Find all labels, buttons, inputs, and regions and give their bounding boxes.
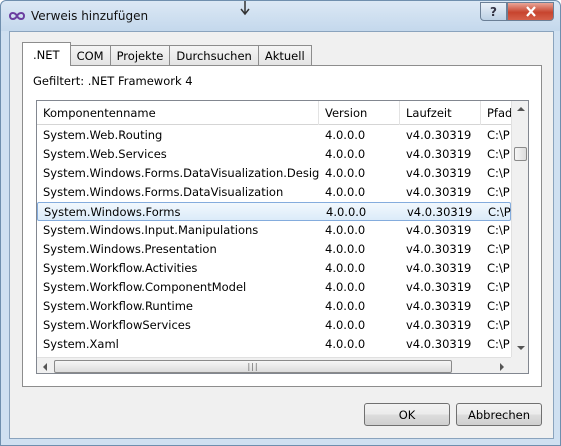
- filter-label: Gefiltert: .NET Framework 4: [33, 74, 193, 88]
- tab-durchsuchen[interactable]: Durchsuchen: [169, 45, 259, 66]
- list-row[interactable]: System.Windows.Input.Manipulations 4.0.0…: [37, 221, 511, 240]
- cell-runtime: v4.0.30319: [406, 280, 472, 294]
- column-header-runtime[interactable]: Laufzeit: [400, 101, 481, 125]
- cell-path: C:\P: [487, 147, 510, 161]
- scroll-down-icon[interactable]: [517, 346, 525, 350]
- cell-name: System.Windows.Forms: [44, 205, 181, 219]
- cell-name: System.Xaml: [43, 337, 119, 351]
- horizontal-scroll-thumb[interactable]: |||: [54, 360, 452, 373]
- scroll-left-icon[interactable]: [43, 363, 47, 371]
- add-reference-dialog: Verweis hinzufügen ? .NET COM Projekte D…: [0, 0, 561, 446]
- cell-runtime: v4.0.30319: [406, 318, 472, 332]
- cell-runtime: v4.0.30319: [406, 147, 472, 161]
- scroll-right-icon[interactable]: [500, 363, 504, 371]
- cell-version: 4.0.0.0: [326, 205, 367, 219]
- cancel-button[interactable]: Abbrechen: [456, 403, 542, 426]
- cell-path: C:\P: [487, 128, 510, 142]
- tab-com[interactable]: COM: [69, 45, 111, 66]
- cell-name: System.Workflow.Activities: [43, 261, 198, 275]
- cell-path: C:\P: [487, 299, 510, 313]
- vertical-scroll-thumb[interactable]: [514, 147, 527, 161]
- cell-version: 4.0.0.0: [325, 223, 366, 237]
- tab-panel: Gefiltert: .NET Framework 4 Komponentenn…: [22, 65, 542, 387]
- cell-path: C:\P: [487, 337, 510, 351]
- cell-runtime: v4.0.30319: [406, 337, 472, 351]
- cell-name: System.Workflow.Runtime: [43, 299, 193, 313]
- cell-path: C:\P: [488, 205, 511, 219]
- list-row[interactable]: System.Windows.Forms.DataVisualization.D…: [37, 164, 511, 183]
- cell-version: 4.0.0.0: [325, 242, 366, 256]
- component-list[interactable]: Komponentenname Version Laufzeit Pfad Sy…: [36, 100, 529, 374]
- cell-name: System.WorkflowServices: [43, 318, 191, 332]
- help-button[interactable]: ?: [480, 2, 507, 21]
- cell-version: 4.0.0.0: [325, 147, 366, 161]
- column-header-version[interactable]: Version: [319, 101, 400, 125]
- cell-name: System.Windows.Forms.DataVisualization: [43, 185, 284, 199]
- visual-studio-icon: [8, 12, 26, 20]
- list-row[interactable]: System.Web.Services 4.0.0.0 v4.0.30319 C…: [37, 145, 511, 164]
- window-title: Verweis hinzufügen: [31, 9, 149, 23]
- move-cursor-icon: [240, 1, 250, 16]
- column-header-path[interactable]: Pfad: [481, 101, 512, 125]
- cell-runtime: v4.0.30319: [406, 128, 472, 142]
- column-header-name[interactable]: Komponentenname: [37, 101, 319, 125]
- list-row[interactable]: System.Windows.Presentation 4.0.0.0 v4.0…: [37, 240, 511, 259]
- cell-name: System.Web.Routing: [43, 128, 163, 142]
- tab-aktuell[interactable]: Aktuell: [257, 45, 312, 66]
- list-row[interactable]: System.Workflow.ComponentModel 4.0.0.0 v…: [37, 278, 511, 297]
- cell-version: 4.0.0.0: [325, 337, 366, 351]
- tab-projekte[interactable]: Projekte: [109, 45, 171, 66]
- cell-runtime: v4.0.30319: [407, 205, 473, 219]
- title-bar[interactable]: Verweis hinzufügen ?: [1, 1, 560, 31]
- cell-name: System.Windows.Input.Manipulations: [43, 223, 259, 237]
- list-row-selected[interactable]: System.Windows.Forms 4.0.0.0 v4.0.30319 …: [37, 202, 511, 221]
- scroll-up-icon[interactable]: [517, 107, 525, 111]
- cell-runtime: v4.0.30319: [406, 223, 472, 237]
- cell-runtime: v4.0.30319: [406, 261, 472, 275]
- cell-path: C:\P: [487, 242, 510, 256]
- list-header: Komponentenname Version Laufzeit Pfad: [37, 101, 512, 125]
- horizontal-scrollbar[interactable]: |||: [37, 357, 511, 373]
- list-row[interactable]: System.Web.Routing 4.0.0.0 v4.0.30319 C:…: [37, 126, 511, 145]
- cell-name: System.Workflow.ComponentModel: [43, 280, 247, 294]
- cell-version: 4.0.0.0: [325, 280, 366, 294]
- cell-runtime: v4.0.30319: [406, 166, 472, 180]
- cell-path: C:\P: [487, 261, 510, 275]
- grip-icon: |||: [247, 361, 259, 371]
- cell-name: System.Windows.Presentation: [43, 242, 217, 256]
- close-button[interactable]: [507, 2, 554, 21]
- dialog-client-area: .NET COM Projekte Durchsuchen Aktuell Ge…: [9, 31, 554, 439]
- scrollbar-corner: [511, 357, 528, 373]
- list-row[interactable]: System.Workflow.Runtime 4.0.0.0 v4.0.303…: [37, 297, 511, 316]
- cell-runtime: v4.0.30319: [406, 299, 472, 313]
- cell-path: C:\P: [487, 166, 510, 180]
- cell-version: 4.0.0.0: [325, 166, 366, 180]
- cell-path: C:\P: [487, 318, 510, 332]
- tab-dotnet[interactable]: .NET: [22, 42, 71, 66]
- cell-version: 4.0.0.0: [325, 128, 366, 142]
- cell-runtime: v4.0.30319: [406, 185, 472, 199]
- cell-path: C:\P: [487, 223, 510, 237]
- cell-name: System.Windows.Forms.DataVisualization.D…: [43, 166, 319, 180]
- close-icon: [525, 6, 536, 17]
- list-rows: System.Web.Routing 4.0.0.0 v4.0.30319 C:…: [37, 126, 511, 354]
- list-row[interactable]: System.Xaml 4.0.0.0 v4.0.30319 C:\P: [37, 335, 511, 354]
- list-row[interactable]: System.Workflow.Activities 4.0.0.0 v4.0.…: [37, 259, 511, 278]
- cell-path: C:\P: [487, 280, 510, 294]
- cell-version: 4.0.0.0: [325, 261, 366, 275]
- ok-button[interactable]: OK: [364, 403, 450, 426]
- cell-name: System.Web.Services: [43, 147, 167, 161]
- vertical-scrollbar[interactable]: [511, 101, 528, 357]
- cell-version: 4.0.0.0: [325, 299, 366, 313]
- cell-path: C:\P: [487, 185, 510, 199]
- list-row[interactable]: System.WorkflowServices 4.0.0.0 v4.0.303…: [37, 316, 511, 335]
- cell-version: 4.0.0.0: [325, 185, 366, 199]
- list-row[interactable]: System.Windows.Forms.DataVisualization 4…: [37, 183, 511, 202]
- cell-version: 4.0.0.0: [325, 318, 366, 332]
- cell-runtime: v4.0.30319: [406, 242, 472, 256]
- tab-strip: .NET COM Projekte Durchsuchen Aktuell: [22, 42, 312, 66]
